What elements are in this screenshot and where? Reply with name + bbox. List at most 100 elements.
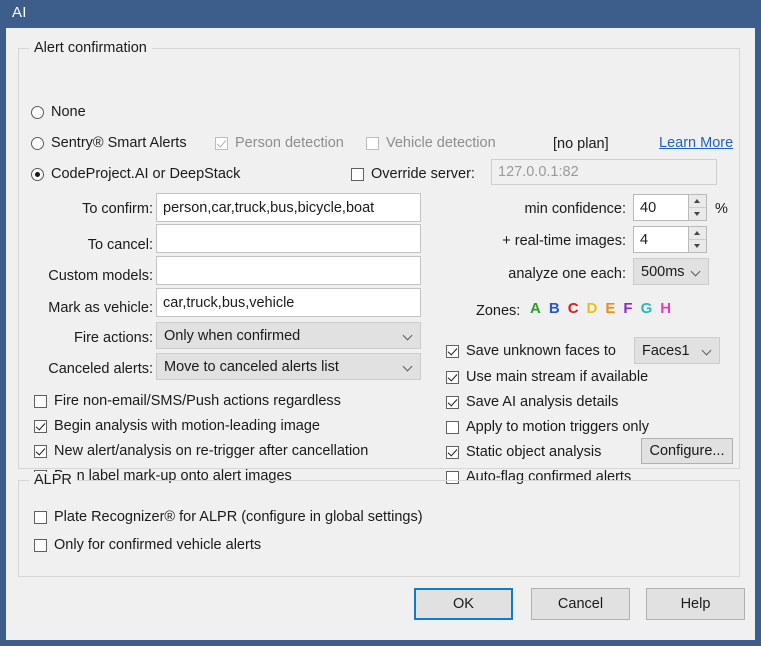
label-fire-actions: Fire actions: bbox=[74, 330, 153, 346]
use-main-stream-label: Use main stream if available bbox=[466, 369, 649, 385]
checkbox-vehicle-detection: Vehicle detection bbox=[366, 135, 496, 151]
configure-button[interactable]: Configure... bbox=[641, 438, 733, 464]
real-time-images-stepper[interactable]: 4 bbox=[633, 226, 707, 253]
static-object-analysis-box bbox=[446, 445, 459, 459]
chevron-down-icon bbox=[404, 331, 413, 340]
zone-letter-b[interactable]: B bbox=[549, 300, 560, 317]
stepper-up-icon[interactable] bbox=[689, 195, 706, 207]
save-unknown-faces-box bbox=[446, 344, 459, 358]
real-time-images-buttons bbox=[688, 226, 707, 253]
fire-actions-select[interactable]: Only when confirmed bbox=[156, 322, 421, 349]
only-confirmed-vehicle-label: Only for confirmed vehicle alerts bbox=[54, 537, 262, 553]
radio-sentry-label: Sentry® Smart Alerts bbox=[51, 135, 187, 151]
zone-letter-a[interactable]: A bbox=[530, 300, 541, 317]
ok-button[interactable]: OK bbox=[414, 588, 513, 620]
static-object-analysis-label: Static object analysis bbox=[466, 444, 602, 460]
plate-recognizer-label: Plate Recognizer® for ALPR (configure in… bbox=[54, 509, 423, 525]
override-server-box bbox=[351, 167, 364, 181]
stepper-down-icon[interactable] bbox=[689, 207, 706, 220]
zone-letter-g[interactable]: G bbox=[641, 300, 653, 317]
label-custom-models: Custom models: bbox=[48, 268, 153, 284]
new-alert-retrigger-box bbox=[34, 444, 47, 458]
zone-letter-h[interactable]: H bbox=[660, 300, 671, 317]
zone-letter-e[interactable]: E bbox=[605, 300, 615, 317]
zone-letter-f[interactable]: F bbox=[623, 300, 632, 317]
checkbox-override-server[interactable]: Override server: bbox=[351, 166, 475, 182]
min-confidence-stepper[interactable]: 40 bbox=[633, 194, 707, 221]
to-cancel-input[interactable] bbox=[156, 224, 421, 253]
vehicle-detection-box bbox=[366, 136, 379, 150]
radio-codeproject-deepstack[interactable]: CodeProject.AI or DeepStack bbox=[31, 166, 240, 182]
label-real-time-images: + real-time images: bbox=[502, 233, 626, 249]
min-confidence-value[interactable]: 40 bbox=[633, 194, 688, 221]
canceled-alerts-select[interactable]: Move to canceled alerts list bbox=[156, 353, 421, 380]
window-title: AI bbox=[12, 4, 27, 21]
label-to-confirm: To confirm: bbox=[82, 201, 153, 217]
label-min-confidence: min confidence: bbox=[524, 201, 626, 217]
canceled-alerts-value: Move to canceled alerts list bbox=[164, 358, 339, 375]
custom-models-input[interactable] bbox=[156, 256, 421, 285]
zone-letter-c[interactable]: C bbox=[568, 300, 579, 317]
help-button[interactable]: Help bbox=[646, 588, 745, 620]
checkbox-static-object-analysis[interactable]: Static object analysis bbox=[446, 444, 601, 460]
apply-motion-triggers-box bbox=[446, 420, 459, 434]
to-confirm-input[interactable]: person,car,truck,bus,bicycle,boat bbox=[156, 193, 421, 222]
chevron-down-icon bbox=[404, 362, 413, 371]
new-alert-retrigger-label: New alert/analysis on re-trigger after c… bbox=[54, 443, 369, 459]
person-detection-label: Person detection bbox=[235, 135, 344, 151]
analyze-interval-select[interactable]: 500ms bbox=[633, 258, 709, 285]
chevron-down-icon bbox=[703, 346, 712, 355]
real-time-images-value[interactable]: 4 bbox=[633, 226, 688, 253]
chevron-down-icon bbox=[692, 267, 701, 276]
label-analyze-one-each: analyze one each: bbox=[508, 266, 626, 282]
plate-recognizer-box bbox=[34, 510, 47, 524]
checkbox-begin-analysis-motion-leading[interactable]: Begin analysis with motion-leading image bbox=[34, 418, 320, 434]
checkbox-save-ai-analysis-details[interactable]: Save AI analysis details bbox=[446, 394, 618, 410]
faces-folder-value: Faces1 bbox=[642, 342, 690, 359]
radio-none-indicator bbox=[31, 105, 44, 119]
override-server-input[interactable]: 127.0.0.1:82 bbox=[491, 159, 717, 185]
begin-analysis-label: Begin analysis with motion-leading image bbox=[54, 418, 320, 434]
faces-folder-select[interactable]: Faces1 bbox=[634, 337, 720, 364]
learn-more-link[interactable]: Learn More bbox=[659, 135, 733, 151]
stepper-down-icon[interactable] bbox=[689, 239, 706, 252]
cancel-button[interactable]: Cancel bbox=[531, 588, 630, 620]
person-detection-box bbox=[215, 136, 228, 150]
checkbox-save-unknown-faces[interactable]: Save unknown faces to bbox=[446, 343, 616, 359]
checkbox-new-alert-on-retrigger[interactable]: New alert/analysis on re-trigger after c… bbox=[34, 443, 368, 459]
label-canceled-alerts: Canceled alerts: bbox=[48, 361, 153, 377]
ai-settings-window: AI Alert confirmation None Sentry® Smart… bbox=[0, 0, 761, 646]
begin-analysis-box bbox=[34, 419, 47, 433]
zone-letter-d[interactable]: D bbox=[587, 300, 598, 317]
radio-sentry-smart-alerts[interactable]: Sentry® Smart Alerts bbox=[31, 135, 187, 151]
checkbox-use-main-stream[interactable]: Use main stream if available bbox=[446, 369, 648, 385]
radio-sentry-indicator bbox=[31, 136, 44, 150]
radio-none-label: None bbox=[51, 104, 86, 120]
use-main-stream-box bbox=[446, 370, 459, 384]
alpr-group: ALPR bbox=[18, 472, 740, 577]
mark-as-vehicle-input[interactable]: car,truck,bus,vehicle bbox=[156, 288, 421, 317]
radio-none[interactable]: None bbox=[31, 104, 86, 120]
dialog-client-area: Alert confirmation None Sentry® Smart Al… bbox=[6, 28, 755, 640]
label-to-cancel: To cancel: bbox=[87, 237, 153, 253]
label-mark-as-vehicle: Mark as vehicle: bbox=[48, 300, 153, 316]
title-bar: AI bbox=[0, 0, 761, 28]
radio-codeproject-label: CodeProject.AI or DeepStack bbox=[51, 166, 241, 182]
zones-label: Zones: bbox=[476, 303, 521, 319]
analyze-interval-value: 500ms bbox=[641, 263, 685, 280]
alpr-legend: ALPR bbox=[29, 472, 77, 488]
vehicle-detection-label: Vehicle detection bbox=[386, 135, 496, 151]
override-server-label: Override server: bbox=[371, 166, 475, 182]
save-unknown-faces-label: Save unknown faces to bbox=[466, 343, 616, 359]
fire-non-email-label: Fire non-email/SMS/Push actions regardle… bbox=[54, 393, 341, 409]
checkbox-fire-non-email-actions[interactable]: Fire non-email/SMS/Push actions regardle… bbox=[34, 393, 341, 409]
radio-codeproject-indicator bbox=[31, 167, 44, 181]
min-confidence-buttons bbox=[688, 194, 707, 221]
stepper-up-icon[interactable] bbox=[689, 227, 706, 239]
plan-status-label: [no plan] bbox=[553, 136, 609, 152]
checkbox-apply-to-motion-triggers[interactable]: Apply to motion triggers only bbox=[446, 419, 649, 435]
save-ai-analysis-label: Save AI analysis details bbox=[466, 394, 619, 410]
checkbox-only-confirmed-vehicle-alerts[interactable]: Only for confirmed vehicle alerts bbox=[34, 537, 261, 553]
save-ai-analysis-box bbox=[446, 395, 459, 409]
checkbox-plate-recognizer[interactable]: Plate Recognizer® for ALPR (configure in… bbox=[34, 509, 423, 525]
